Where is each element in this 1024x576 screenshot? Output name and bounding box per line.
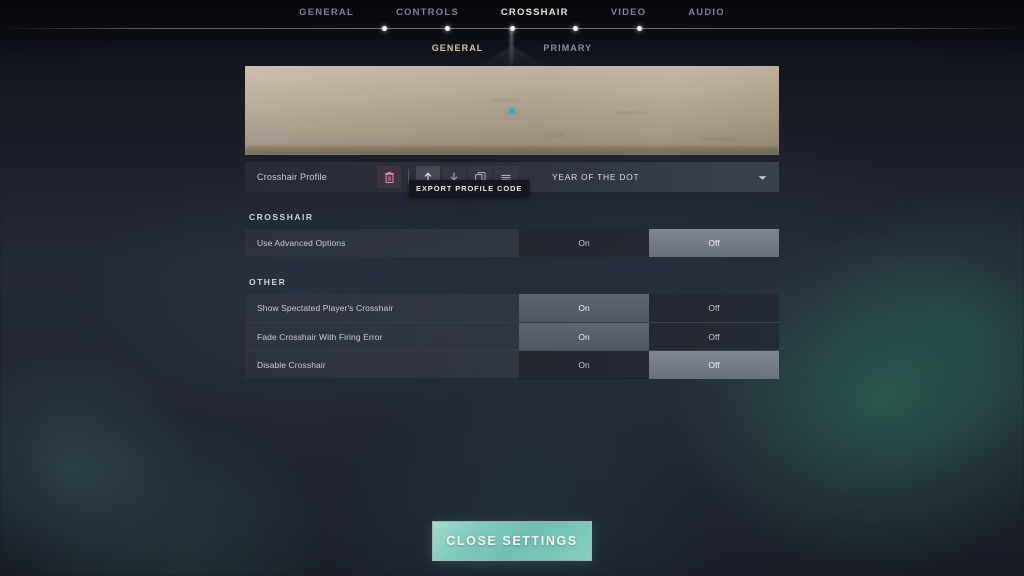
row-label: Disable Crosshair bbox=[257, 359, 326, 370]
main-tab-list: GENERAL CONTROLS CROSSHAIR VIDEO AUDIO bbox=[0, 7, 1024, 18]
toggle-on-use-advanced-options[interactable]: On bbox=[519, 229, 649, 257]
tab-crosshair[interactable]: CROSSHAIR bbox=[501, 7, 569, 18]
close-settings-label: CLOSE SETTINGS bbox=[446, 534, 578, 548]
subtab-primary[interactable]: PRIMARY bbox=[543, 43, 592, 53]
row-label: Use Advanced Options bbox=[257, 238, 346, 248]
toggle-off-use-advanced-options[interactable]: Off bbox=[649, 229, 779, 257]
row-disable-crosshair: Disable Crosshair On Off bbox=[245, 350, 779, 379]
toggle-off-disable-crosshair[interactable]: Off bbox=[649, 350, 779, 379]
tab-video[interactable]: VIDEO bbox=[611, 7, 647, 18]
nav-dot-video bbox=[572, 25, 578, 31]
toggle-off-show-spectated-player-crosshair[interactable]: Off bbox=[649, 294, 779, 322]
close-settings-button[interactable]: CLOSE SETTINGS bbox=[432, 521, 592, 561]
tab-general[interactable]: GENERAL bbox=[299, 7, 354, 18]
subtab-general[interactable]: GENERAL bbox=[432, 43, 484, 53]
tab-audio[interactable]: AUDIO bbox=[688, 7, 725, 18]
nav-dot-audio bbox=[636, 25, 642, 31]
tab-controls[interactable]: CONTROLS bbox=[396, 7, 459, 18]
row-label: Show Spectated Player's Crosshair bbox=[257, 303, 394, 313]
crosshair-dot-icon bbox=[509, 108, 515, 113]
crosshair-profile-label: Crosshair Profile bbox=[257, 172, 327, 182]
toggle-on-fade-crosshair-with-firing-error[interactable]: On bbox=[519, 322, 649, 351]
crosshair-settings-rows: Use Advanced Options On Off bbox=[245, 229, 779, 257]
toggle-on-show-spectated-player-crosshair[interactable]: On bbox=[519, 294, 649, 322]
section-header-other: OTHER bbox=[249, 277, 287, 287]
sub-tab-list: GENERAL PRIMARY bbox=[0, 43, 1024, 53]
nav-dot-general bbox=[381, 25, 387, 31]
crosshair-preview bbox=[245, 66, 779, 155]
chevron-down-icon bbox=[758, 168, 767, 186]
section-header-crosshair: CROSSHAIR bbox=[249, 212, 314, 222]
row-fade-crosshair-with-firing-error: Fade Crosshair With Firing Error On Off bbox=[245, 322, 779, 351]
row-use-advanced-options: Use Advanced Options On Off bbox=[245, 229, 779, 257]
crosshair-profile-dropdown[interactable]: YEAR OF THE DOT bbox=[536, 162, 779, 192]
row-label: Fade Crosshair With Firing Error bbox=[257, 331, 383, 342]
toggle-off-fade-crosshair-with-firing-error[interactable]: Off bbox=[649, 322, 779, 351]
settings-panel: Crosshair Profile YEAR OF THE DOT EXPORT… bbox=[245, 66, 779, 379]
nav-dot-controls bbox=[444, 25, 450, 31]
toggle-on-disable-crosshair[interactable]: On bbox=[519, 350, 649, 379]
trash-icon[interactable] bbox=[377, 166, 401, 188]
other-settings-rows: Show Spectated Player's Crosshair On Off… bbox=[245, 294, 779, 379]
row-show-spectated-player-crosshair: Show Spectated Player's Crosshair On Off bbox=[245, 294, 779, 322]
crosshair-profile-bar: Crosshair Profile YEAR OF THE DOT EXPORT… bbox=[245, 162, 779, 197]
top-navigation: GENERAL CONTROLS CROSSHAIR VIDEO AUDIO bbox=[0, 0, 1024, 31]
export-profile-code-tooltip: EXPORT PROFILE CODE bbox=[409, 180, 530, 197]
crosshair-profile-value: YEAR OF THE DOT bbox=[552, 172, 640, 182]
